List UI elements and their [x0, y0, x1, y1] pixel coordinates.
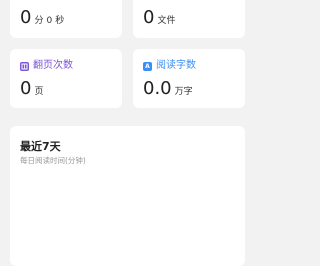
- words-read-label-row: A 阅读字数: [143, 60, 196, 72]
- weekly-title: 最近7天: [20, 140, 61, 153]
- words-read-value-row: 0.0 万字: [143, 79, 193, 99]
- words-read-unit: 万字: [174, 87, 193, 97]
- book-icon-glyph: [21, 63, 28, 69]
- downloaded-unit: 文件: [157, 16, 176, 26]
- words-read-label: 阅读字数: [156, 60, 196, 71]
- page-turns-value-row: 0 页: [20, 79, 43, 99]
- page-turns-value: 0: [20, 78, 32, 99]
- reading-time-seconds: 0: [46, 16, 53, 26]
- page-turns-label: 翻页次数: [33, 60, 73, 71]
- letter-a-icon: A: [143, 61, 152, 71]
- reading-time-value-row: 0 分 0 秒: [20, 8, 64, 28]
- downloaded-value: 0: [143, 7, 155, 28]
- weekly-reading-card: 最近7天 每日阅读时间(分钟): [10, 126, 245, 266]
- page-turns-unit: 页: [34, 87, 44, 97]
- reading-time-card: 0 分 0 秒: [10, 0, 122, 38]
- reading-time-minutes: 0: [20, 7, 32, 28]
- page-turns-card: 翻页次数 0 页: [10, 49, 122, 108]
- downloaded-value-row: 0 文件: [143, 8, 175, 28]
- weekly-subtitle: 每日阅读时间(分钟): [20, 156, 86, 165]
- seconds-unit: 秒: [55, 16, 65, 26]
- words-read-value: 0.0: [143, 78, 172, 99]
- page-turns-label-row: 翻页次数: [20, 60, 73, 72]
- book-icon: [20, 61, 29, 71]
- words-read-card: A 阅读字数 0.0 万字: [133, 49, 245, 108]
- minutes-unit: 分: [34, 16, 44, 26]
- downloaded-card: 0 文件: [133, 0, 245, 38]
